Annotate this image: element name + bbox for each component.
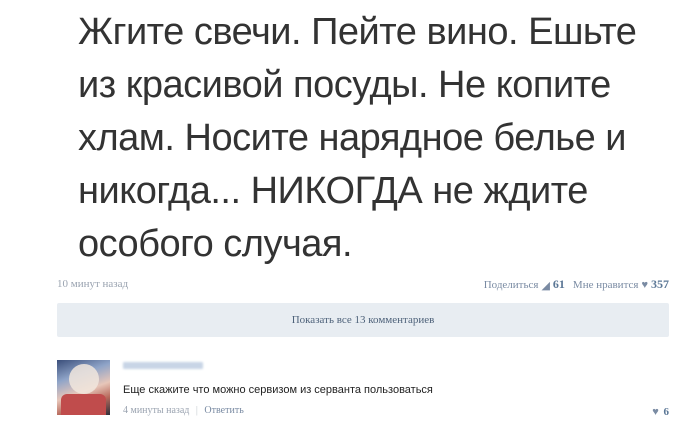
comment-like-button[interactable]: ♥ 6 xyxy=(649,406,669,418)
avatar[interactable] xyxy=(57,360,110,415)
show-all-comments-button[interactable]: Показать все 13 комментариев xyxy=(57,303,669,337)
share-button[interactable]: Поделиться xyxy=(484,279,539,291)
post-meta: 10 минут назад Поделиться ◢ 61 Мне нрави… xyxy=(57,276,669,294)
post-text: Жгите свечи. Пейте вино. Ешьте из красив… xyxy=(78,6,678,271)
post-timestamp[interactable]: 10 минут назад xyxy=(57,278,128,290)
comment: Еще скажите что можно сервизом из серван… xyxy=(57,355,669,435)
heart-icon: ♥ xyxy=(652,406,659,418)
comment-meta: 4 минуты назад | Ответить xyxy=(123,405,244,416)
share-count: 61 xyxy=(552,277,565,291)
like-count: 357 xyxy=(651,277,669,291)
post-text-line: особого случая. xyxy=(78,223,353,265)
post-text-line: Жгите свечи. Пейте вино. Ешьте xyxy=(78,11,637,53)
reply-button[interactable]: Ответить xyxy=(204,405,243,416)
comment-text: Еще скажите что можно сервизом из серван… xyxy=(123,384,433,396)
comment-meta-separator: | xyxy=(195,405,198,416)
post-text-line: хлам. Носите нарядное белье и xyxy=(78,117,627,159)
like-button[interactable]: Мне нравится xyxy=(573,279,639,291)
post-text-line: из красивой посуды. Не копите xyxy=(78,64,611,106)
comment-timestamp[interactable]: 4 минуты назад xyxy=(123,405,189,416)
comment-author-name-redacted[interactable] xyxy=(123,362,203,369)
comment-like-count: 6 xyxy=(663,406,670,418)
heart-icon[interactable]: ♥ xyxy=(641,279,648,291)
post-text-line: никогда... НИКОГДА не ждите xyxy=(78,170,588,212)
share-icon[interactable]: ◢ xyxy=(541,279,549,292)
post-actions: Поделиться ◢ 61 Мне нравится ♥ 357 xyxy=(484,277,669,292)
show-all-comments-label: Показать все 13 комментариев xyxy=(291,314,435,326)
